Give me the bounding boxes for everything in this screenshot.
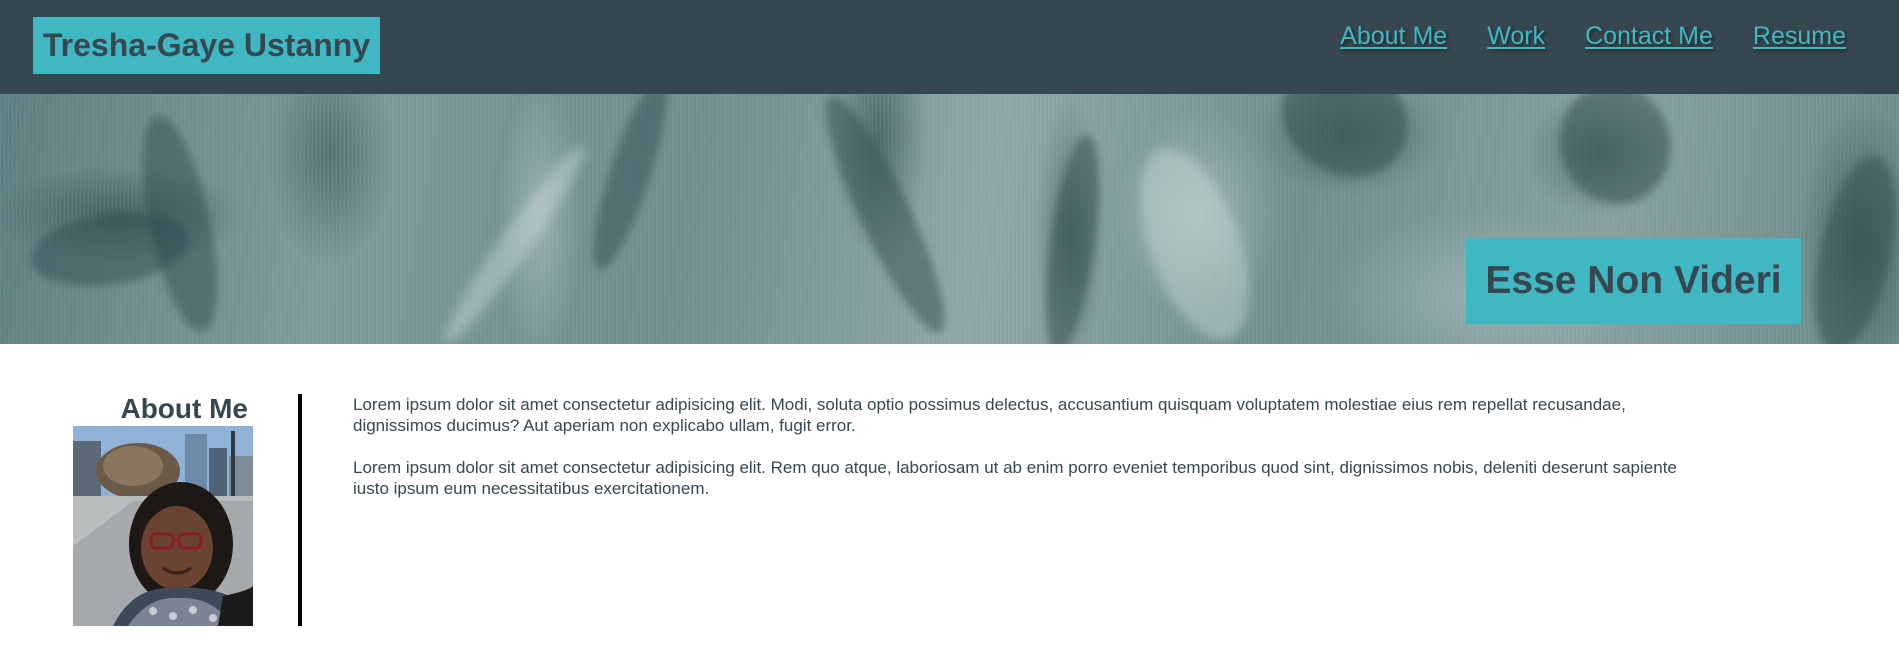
hero-tagline: Esse Non Videri <box>1466 238 1801 324</box>
hero-texture <box>1118 134 1272 344</box>
about-text: Lorem ipsum dolor sit amet consectetur a… <box>353 394 1713 520</box>
about-paragraph: Lorem ipsum dolor sit amet consectetur a… <box>353 458 1677 498</box>
main-nav: About Me Work Contact Me Resume <box>1340 22 1846 51</box>
nav-link-about-me[interactable]: About Me <box>1340 22 1447 51</box>
site-header: Tresha-Gaye Ustanny About Me Work Contac… <box>0 0 1899 94</box>
section-divider <box>298 394 302 626</box>
hero-texture <box>433 137 597 344</box>
hero-texture <box>1546 94 1684 217</box>
about-heading: About Me <box>120 393 248 424</box>
hero-texture <box>807 94 963 343</box>
profile-photo <box>73 426 253 626</box>
hero-texture <box>1034 131 1111 344</box>
nav-link-resume[interactable]: Resume <box>1753 22 1846 51</box>
hero-texture <box>1261 94 1429 200</box>
about-paragraph: Lorem ipsum dolor sit amet consectetur a… <box>353 395 1626 435</box>
nav-link-work[interactable]: Work <box>1487 22 1545 51</box>
hero-texture <box>580 94 680 276</box>
portrait-illustration <box>73 426 253 626</box>
brand-title[interactable]: Tresha-Gaye Ustanny <box>33 17 380 74</box>
nav-link-contact-me[interactable]: Contact Me <box>1585 22 1713 51</box>
hero-texture <box>1799 148 1899 344</box>
